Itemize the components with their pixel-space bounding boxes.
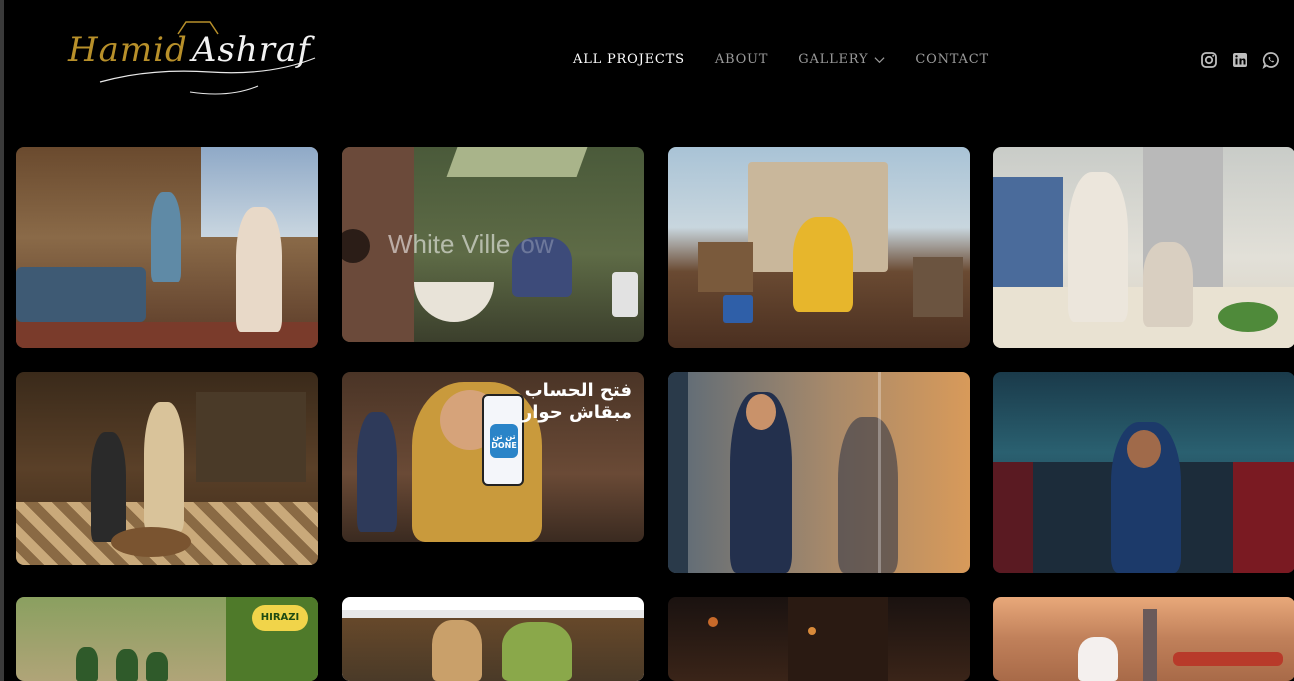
project-tile[interactable] bbox=[16, 147, 318, 348]
project-tile[interactable] bbox=[668, 372, 970, 573]
project-image bbox=[993, 372, 1294, 573]
project-image: HIRAZI bbox=[16, 597, 318, 681]
project-image bbox=[668, 147, 970, 348]
ad-headline-line-1: فتح الحساب bbox=[524, 380, 632, 401]
linkedin-icon[interactable] bbox=[1231, 51, 1249, 69]
badge-done: DONE bbox=[491, 441, 517, 450]
project-caption: White Ville ow bbox=[388, 229, 554, 260]
window-edge bbox=[0, 0, 4, 681]
project-image: تن تن DONE فتح الحساب مبقاش حوار bbox=[342, 372, 644, 542]
app-badge: تن تن DONE bbox=[490, 424, 518, 458]
nav-gallery-label: GALLERY bbox=[798, 52, 869, 67]
project-tile[interactable] bbox=[993, 147, 1294, 348]
project-tile[interactable] bbox=[16, 372, 318, 565]
project-tile[interactable] bbox=[993, 597, 1294, 681]
nav-about[interactable]: ABOUT bbox=[715, 52, 768, 67]
nav-all-projects-label: ALL PROJECTS bbox=[573, 52, 685, 67]
project-tile[interactable]: White Ville ow bbox=[342, 147, 644, 342]
project-image bbox=[993, 147, 1294, 348]
chevron-down-icon bbox=[874, 57, 885, 64]
nav-about-label: ABOUT bbox=[714, 52, 769, 67]
project-image bbox=[16, 372, 318, 565]
project-tile[interactable] bbox=[668, 147, 970, 348]
project-tile[interactable]: HIRAZI bbox=[16, 597, 318, 681]
project-image bbox=[668, 597, 970, 681]
site-logo[interactable]: Hamid Ashraf bbox=[60, 12, 322, 104]
project-tile[interactable] bbox=[342, 597, 644, 681]
instagram-icon[interactable] bbox=[1200, 51, 1218, 69]
project-tile[interactable]: تن تن DONE فتح الحساب مبقاش حوار bbox=[342, 372, 644, 542]
nav-contact[interactable]: CONTACT bbox=[915, 52, 989, 67]
project-tile[interactable] bbox=[993, 372, 1294, 573]
nav-all-projects[interactable]: ALL PROJECTS bbox=[573, 52, 685, 67]
logo-first-name: Hamid bbox=[68, 30, 188, 70]
nav-gallery[interactable]: GALLERY bbox=[798, 52, 885, 67]
project-image bbox=[342, 610, 644, 681]
hirazi-badge: HIRAZI bbox=[252, 605, 308, 631]
ad-headline-line-2: مبقاش حوار bbox=[521, 402, 632, 423]
ad-headline: فتح الحساب مبقاش حوار bbox=[522, 380, 632, 424]
badge-arabic: تن تن bbox=[492, 432, 516, 441]
main-navigation: ALL PROJECTS ABOUT GALLERY CONTACT bbox=[573, 52, 989, 67]
project-image bbox=[993, 597, 1294, 681]
caption-tail: ow bbox=[520, 229, 554, 259]
hirazi-label: HIRAZI bbox=[260, 612, 300, 623]
logo-wordmark: Hamid Ashraf bbox=[68, 30, 311, 70]
project-image bbox=[668, 372, 970, 573]
project-image bbox=[16, 147, 318, 348]
nav-contact-label: CONTACT bbox=[915, 52, 989, 67]
project-tile[interactable] bbox=[668, 597, 970, 681]
whatsapp-icon[interactable] bbox=[1262, 51, 1280, 69]
caption-title: White Ville bbox=[388, 229, 511, 259]
logo-last-name: Ashraf bbox=[191, 30, 311, 70]
social-links bbox=[1200, 51, 1280, 69]
